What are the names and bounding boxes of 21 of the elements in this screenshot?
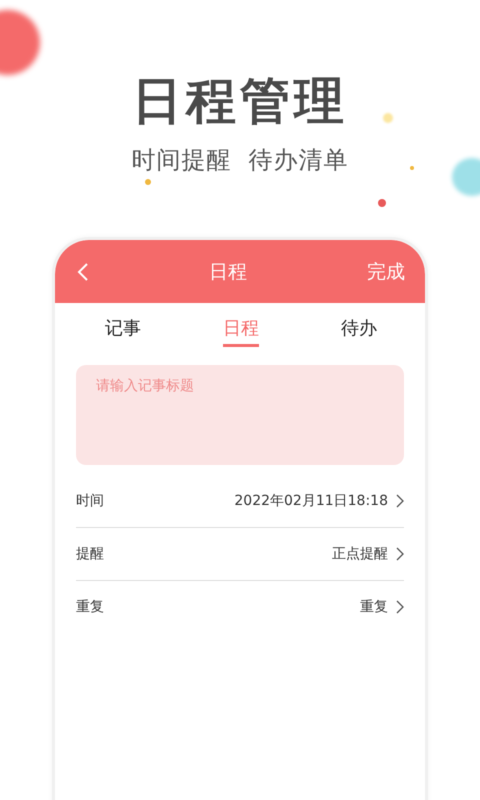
row-value[interactable]: 2022年02月11日18:18 xyxy=(234,492,404,510)
row-value[interactable]: 正点提醒 xyxy=(332,545,404,563)
back-icon[interactable] xyxy=(77,262,89,282)
decor-dot xyxy=(452,158,480,196)
decor-dot xyxy=(383,113,393,123)
row-label: 时间 xyxy=(76,492,104,510)
row-label: 重复 xyxy=(76,598,104,616)
chevron-icon xyxy=(396,600,404,614)
decor-dot xyxy=(410,166,414,170)
decor-dot xyxy=(378,199,386,207)
decor-dot xyxy=(145,179,151,185)
row-value[interactable]: 重复 xyxy=(360,598,404,616)
header-title: 日程 xyxy=(209,260,247,284)
tab[interactable]: 记事 xyxy=(105,312,141,346)
title-input-field[interactable]: 请输入记事标题 xyxy=(76,365,404,465)
headline: 日程管理 xyxy=(132,72,348,130)
row-label: 提醒 xyxy=(76,545,104,563)
tab[interactable]: 待办 xyxy=(341,312,377,346)
subtitle: 时间提醒 待办清单 xyxy=(131,145,349,176)
chevron-icon xyxy=(396,547,404,561)
chevron-icon xyxy=(396,494,404,508)
